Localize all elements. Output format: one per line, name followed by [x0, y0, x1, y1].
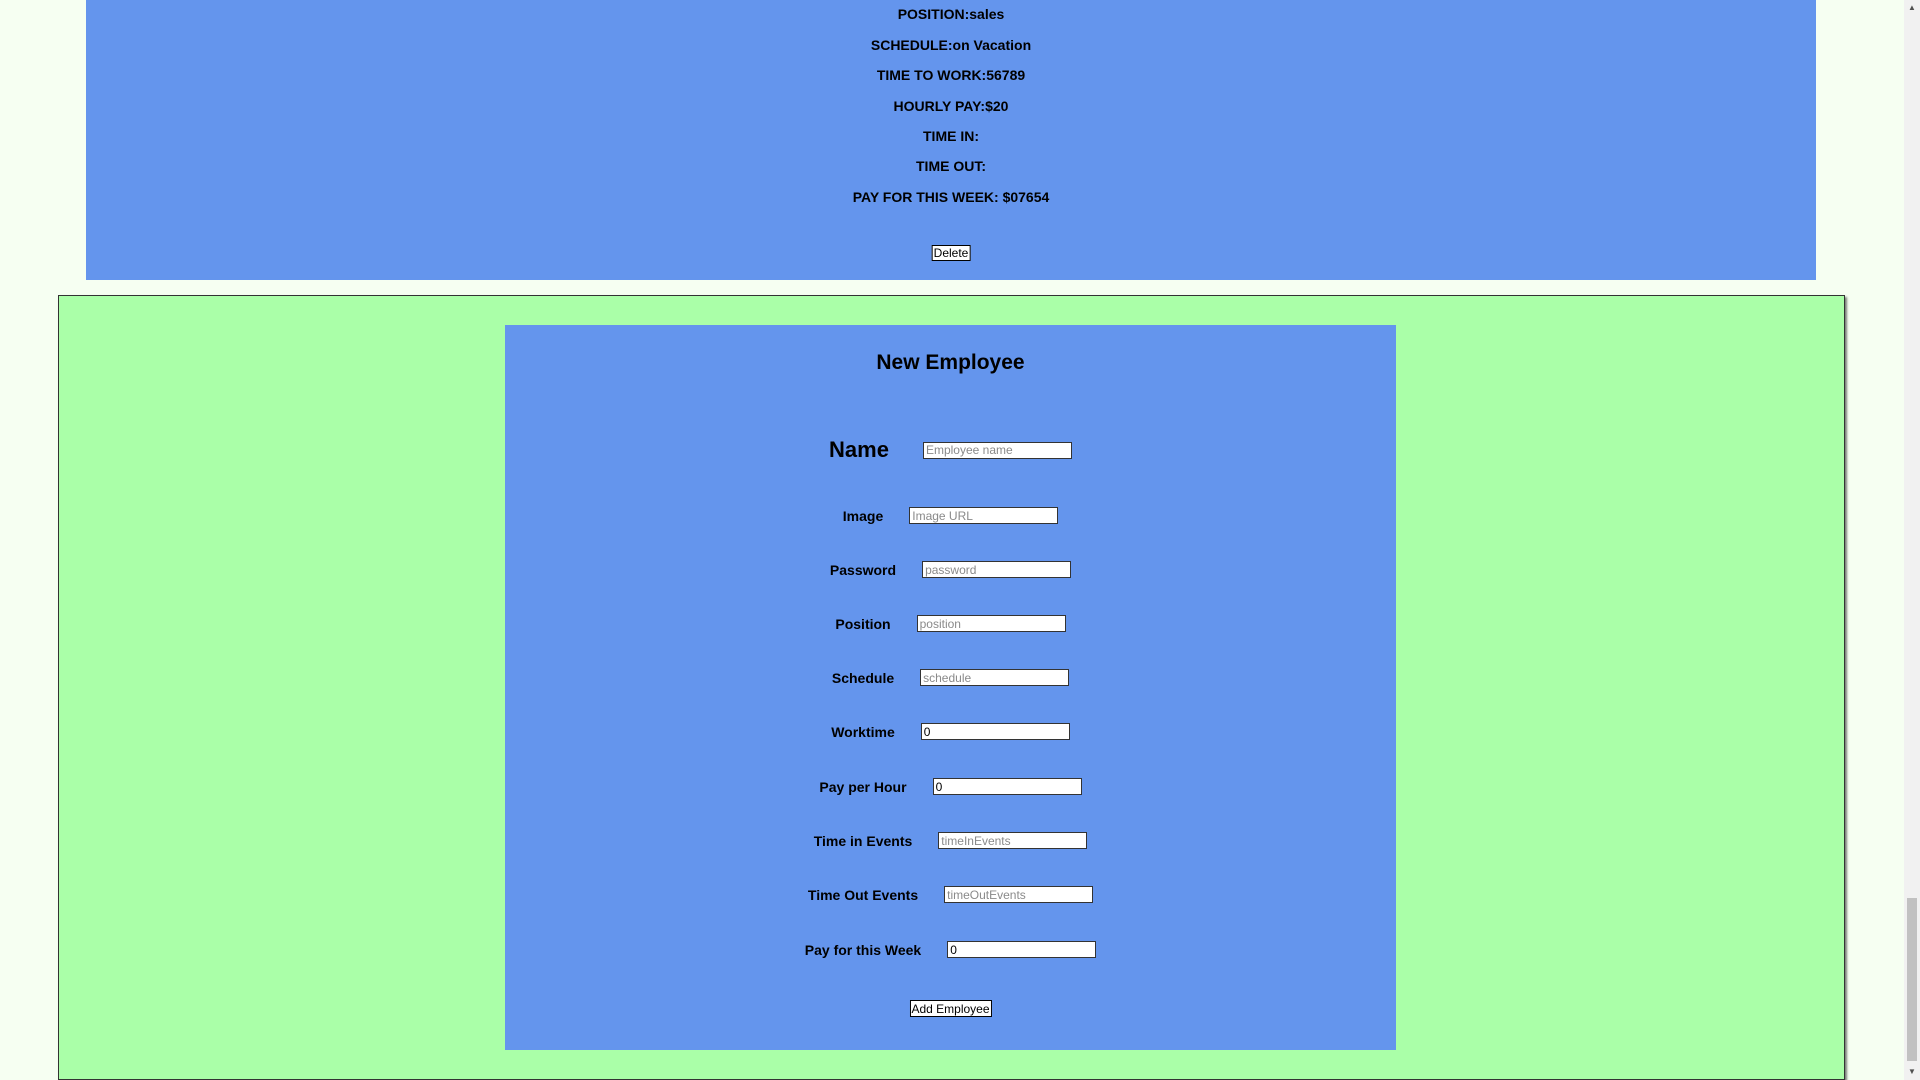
form-row-time-out-events: Time Out Events [505, 886, 1396, 903]
time-out-events-input[interactable] [944, 886, 1094, 903]
pay-for-week-input[interactable] [947, 941, 1097, 958]
time-out-events-label: Time Out Events [807, 886, 919, 903]
employee-card: POSITION:sales SCHEDULE:on Vacation TIME… [86, 0, 1816, 280]
name-input[interactable] [922, 441, 1072, 459]
new-employee-section: New Employee Name Image Password Positio… [58, 295, 1845, 1080]
schedule-input[interactable] [920, 669, 1070, 686]
worktime-input[interactable] [920, 723, 1070, 740]
new-employee-form: New Employee Name Image Password Positio… [505, 325, 1396, 1050]
form-title: New Employee [876, 351, 1025, 374]
scrollbar-thumb[interactable] [1907, 898, 1917, 1061]
position-label: Position [835, 615, 891, 632]
form-row-pay-per-hour: Pay per Hour [505, 778, 1396, 795]
form-row-image: Image [505, 507, 1396, 524]
position-input[interactable] [916, 615, 1066, 632]
page: POSITION:sales SCHEDULE:on Vacation TIME… [0, 0, 1904, 1080]
pay-per-hour-input[interactable] [932, 778, 1082, 795]
password-input[interactable] [922, 561, 1072, 578]
form-row-schedule: Schedule [505, 669, 1396, 686]
form-row-password: Password [505, 561, 1396, 578]
scroll-down-arrow-icon[interactable]: ▼ [1904, 1064, 1920, 1080]
delete-button[interactable]: Delete [931, 245, 971, 261]
add-employee-button[interactable]: Add Employee [909, 1000, 992, 1017]
employee-schedule: SCHEDULE:on Vacation [870, 37, 1032, 53]
pay-for-week-label: Pay for this Week [804, 941, 922, 958]
pay-per-hour-label: Pay per Hour [819, 778, 907, 795]
form-row-position: Position [505, 615, 1396, 632]
image-url-input[interactable] [909, 507, 1059, 524]
employee-pay-for-week: PAY FOR THIS WEEK: $07654 [852, 189, 1050, 205]
employee-time-in: TIME IN: [923, 128, 979, 144]
password-label: Password [829, 561, 897, 578]
scroll-up-arrow-icon[interactable]: ▲ [1904, 0, 1920, 16]
employee-time-out: TIME OUT: [916, 158, 986, 174]
form-row-time-in-events: Time in Events [505, 832, 1396, 849]
employee-hourly-pay: HOURLY PAY:$20 [893, 98, 1009, 114]
time-in-events-input[interactable] [938, 832, 1088, 849]
worktime-label: Worktime [831, 723, 895, 740]
image-label: Image [842, 507, 884, 524]
form-row-worktime: Worktime [505, 723, 1396, 740]
time-in-events-label: Time in Events [813, 832, 913, 849]
employee-time-to-work: TIME TO WORK:56789 [876, 67, 1026, 83]
form-row-name: Name [505, 437, 1396, 463]
name-label: Name [829, 437, 889, 462]
employee-position: POSITION:sales [897, 6, 1005, 22]
form-row-pay-for-week: Pay for this Week [505, 941, 1396, 958]
schedule-label: Schedule [831, 669, 895, 686]
vertical-scrollbar[interactable]: ▲ ▼ [1904, 0, 1920, 1080]
